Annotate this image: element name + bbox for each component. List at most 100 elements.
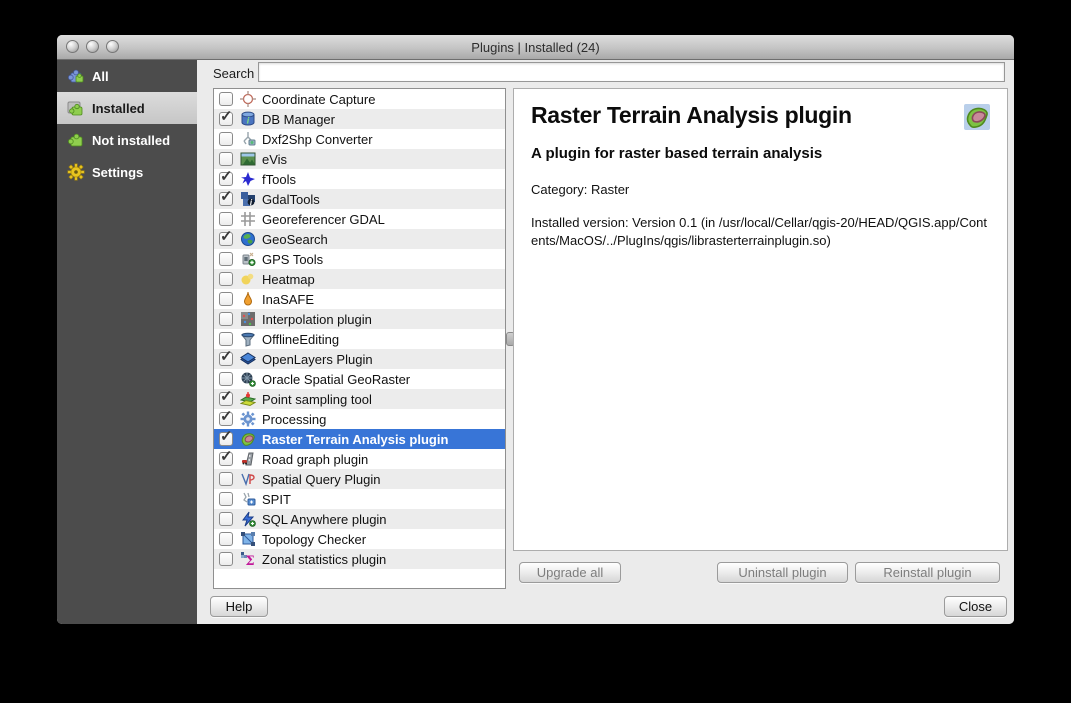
plugin-row[interactable]: Oracle Spatial GeoRaster [214, 369, 505, 389]
plugin-row[interactable]: ✓ Raster Terrain Analysis plugin [214, 428, 505, 449]
plugin-row[interactable]: SQL Anywhere plugin [214, 509, 505, 529]
plugin-checkbox[interactable] [219, 372, 233, 386]
plugin-name: Road graph plugin [262, 451, 369, 467]
heatmap-icon [240, 271, 256, 287]
plugin-checkbox[interactable]: ✓ [219, 188, 233, 206]
gps-tools-icon [240, 251, 256, 267]
plugin-row[interactable]: ✓ GeoSearch [214, 228, 505, 249]
gdaltools-icon: i [240, 191, 256, 207]
plugin-name: fTools [262, 171, 296, 187]
plugin-checkbox[interactable]: ✓ [219, 108, 233, 126]
plugin-checkbox[interactable] [219, 332, 233, 346]
plugin-checkbox[interactable]: ✓ [219, 168, 233, 186]
plugin-checkbox[interactable] [219, 312, 233, 326]
plugin-name: OfflineEditing [262, 331, 340, 347]
plugin-checkbox[interactable] [219, 132, 233, 146]
close-window-icon[interactable] [66, 40, 79, 53]
offline-editing-icon [240, 331, 256, 347]
plugin-row[interactable]: SPIT [214, 489, 505, 509]
zoom-window-icon[interactable] [106, 40, 119, 53]
plugin-checkbox[interactable] [219, 92, 233, 106]
plugin-name: Topology Checker [262, 531, 367, 547]
upgrade-all-button[interactable]: Upgrade all [519, 562, 621, 583]
plugin-row[interactable]: ✓ Processing [214, 408, 505, 429]
interpolation-icon [240, 311, 256, 327]
plugin-row[interactable]: ✓ i DB Manager [214, 108, 505, 129]
plugin-name: GdalTools [262, 191, 320, 207]
point-sampling-icon [240, 391, 256, 407]
close-button[interactable]: Close [944, 596, 1007, 617]
plugin-checkbox[interactable]: ✓ [219, 228, 233, 246]
plugin-checkbox[interactable] [219, 272, 233, 286]
plugin-checkbox[interactable]: ✓ [219, 348, 233, 366]
puzzle-installed-icon [67, 99, 85, 117]
plugin-checkbox[interactable]: ✓ [219, 388, 233, 406]
plugin-title: Raster Terrain Analysis plugin [531, 102, 852, 128]
raster-terrain-icon [964, 104, 990, 130]
plugin-checkbox[interactable] [219, 492, 233, 506]
uninstall-plugin-button[interactable]: Uninstall plugin [717, 562, 848, 583]
plugin-checkbox[interactable] [219, 532, 233, 546]
plugin-checkbox[interactable] [219, 292, 233, 306]
plugin-checkbox[interactable]: ✓ [219, 408, 233, 426]
plugin-checkbox[interactable] [219, 152, 233, 166]
plugin-row[interactable]: Σ Zonal statistics plugin [214, 549, 505, 569]
title-bar[interactable]: Plugins | Installed (24) [57, 35, 1014, 60]
plugin-row[interactable]: Dxf2Shp Converter [214, 129, 505, 149]
plugin-list: Coordinate Capture ✓ i DB Manager Dxf2Sh… [213, 88, 506, 589]
plugin-row[interactable]: GPS Tools [214, 249, 505, 269]
plugin-row[interactable]: ✓ i GdalTools [214, 188, 505, 209]
reinstall-plugin-button[interactable]: Reinstall plugin [855, 562, 1000, 583]
minimize-window-icon[interactable] [86, 40, 99, 53]
plugin-row[interactable]: ✓ OpenLayers Plugin [214, 348, 505, 369]
plugin-row[interactable]: Interpolation plugin [214, 309, 505, 329]
plugin-checkbox[interactable] [219, 212, 233, 226]
svg-text:Σ: Σ [245, 554, 254, 567]
plugin-name: Coordinate Capture [262, 91, 376, 107]
plugin-checkbox[interactable] [219, 252, 233, 266]
search-input[interactable] [258, 62, 1005, 82]
plugin-row[interactable]: ✓ Point sampling tool [214, 388, 505, 409]
dxf2shp-converter-icon [240, 131, 256, 147]
plugin-row[interactable]: Coordinate Capture [214, 89, 505, 109]
plugin-name: Processing [262, 411, 327, 427]
sidebar-item-not-installed[interactable]: Not installed [57, 124, 197, 156]
plugin-row[interactable]: eVis [214, 149, 505, 169]
plugin-row[interactable]: Georeferencer GDAL [214, 209, 505, 229]
sidebar-item-settings[interactable]: Settings [57, 156, 197, 188]
plugin-checkbox[interactable]: ✓ [219, 448, 233, 466]
sidebar-item-all[interactable]: All [57, 60, 197, 92]
plugin-row[interactable]: InaSAFE [214, 289, 505, 309]
plugin-details-panel: Raster Terrain Analysis plugin A plugin … [513, 88, 1008, 551]
plugin-name: OpenLayers Plugin [262, 351, 373, 367]
help-button[interactable]: Help [210, 596, 268, 617]
plugin-row[interactable]: Topology Checker [214, 529, 505, 549]
plugin-name: SQL Anywhere plugin [262, 511, 387, 527]
plugin-row[interactable]: Heatmap [214, 269, 505, 289]
plugin-row[interactable]: ✓ fTools [214, 168, 505, 189]
plugin-name: Heatmap [262, 271, 315, 287]
plugin-checkbox[interactable] [219, 512, 233, 526]
zonal-statistics-icon: Σ [240, 551, 256, 567]
plugin-checkbox[interactable] [219, 552, 233, 566]
plugin-name: DB Manager [262, 111, 335, 127]
plugin-row[interactable]: ✓ Road graph plugin [214, 448, 505, 469]
processing-icon [240, 411, 256, 427]
sidebar-item-installed[interactable]: Installed [57, 92, 197, 124]
plugin-checkbox[interactable]: ✓ [219, 428, 233, 446]
sidebar: All Installed Not installed Settings [57, 60, 197, 624]
plugin-row[interactable]: Spatial Query Plugin [214, 469, 505, 489]
plugin-name: Oracle Spatial GeoRaster [262, 371, 411, 387]
plugin-name: GeoSearch [262, 231, 328, 247]
puzzle-all-icon [67, 67, 85, 85]
search-label: Search [213, 66, 255, 81]
evis-icon [240, 151, 256, 167]
oracle-georaster-icon [240, 371, 256, 387]
plugin-checkbox[interactable] [219, 472, 233, 486]
plugin-name: Raster Terrain Analysis plugin [262, 431, 449, 447]
plugin-row[interactable]: OfflineEditing [214, 329, 505, 349]
plugin-name: Point sampling tool [262, 391, 372, 407]
plugin-name: eVis [262, 151, 288, 167]
plugin-name: Zonal statistics plugin [262, 551, 387, 567]
plugin-name: Dxf2Shp Converter [262, 131, 373, 147]
